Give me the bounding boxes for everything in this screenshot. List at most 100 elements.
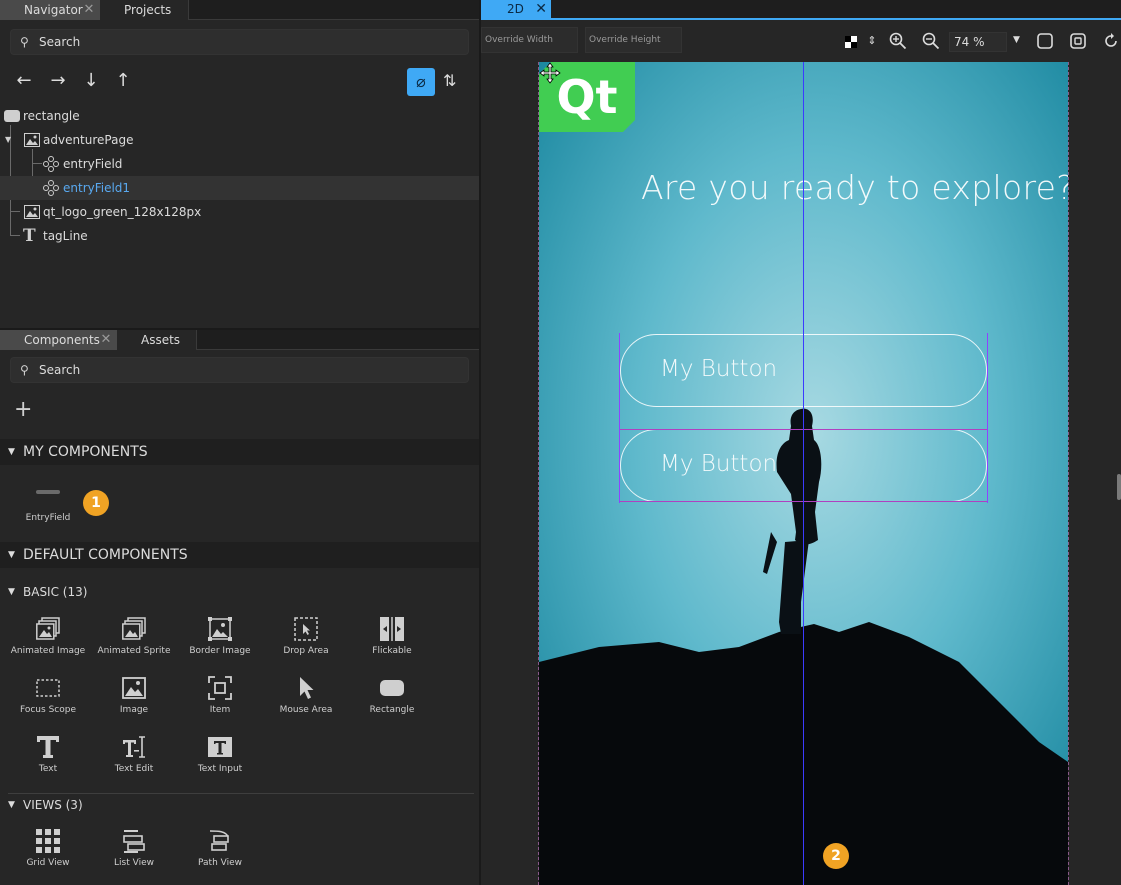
component-item[interactable]: Item <box>177 676 263 728</box>
component-icon <box>43 180 59 196</box>
component-grid-view[interactable]: Grid View <box>5 829 91 881</box>
center-guide-line <box>803 62 804 885</box>
close-icon[interactable]: ✕ <box>535 1 547 17</box>
override-height-field[interactable]: Override Height <box>585 27 682 53</box>
zoom-out-icon[interactable] <box>922 32 940 50</box>
image-icon <box>122 677 146 699</box>
section-views[interactable]: ▼ VIEWS (3) <box>0 795 479 815</box>
updown-icon[interactable]: ⇕ <box>862 34 882 47</box>
tab-2d[interactable]: 2D ✕ <box>481 0 551 18</box>
tab-assets[interactable]: Assets <box>117 330 197 350</box>
text-input-icon <box>208 737 232 757</box>
tree-item-adventurepage[interactable]: ▼ adventurePage <box>0 128 479 152</box>
component-text[interactable]: Text <box>5 735 91 787</box>
tab-2d-label: 2D <box>507 2 524 16</box>
components-search[interactable]: ⚲ <box>10 357 469 383</box>
component-label: Focus Scope <box>20 705 76 715</box>
root-edge-right <box>1068 62 1069 885</box>
focus-scope-icon <box>36 679 60 697</box>
zoom-level-select[interactable]: 74 % <box>949 32 1007 52</box>
tree-item-tagline[interactable]: T tagLine <box>0 224 479 248</box>
entryfield-icon <box>36 490 60 494</box>
component-image[interactable]: Image <box>91 676 177 728</box>
selection-guide-right <box>987 333 988 503</box>
component-text-input[interactable]: Text Input <box>177 735 263 787</box>
component-text-edit[interactable]: Text Edit <box>91 735 177 787</box>
component-flickable[interactable]: Flickable <box>349 617 435 669</box>
border-image-icon <box>208 617 232 641</box>
component-path-view[interactable]: Path View <box>177 829 263 881</box>
section-basic[interactable]: ▼ BASIC (13) <box>0 582 479 602</box>
text-icon <box>37 736 59 758</box>
arrow-left-icon[interactable]: ← <box>13 70 35 91</box>
section-title: BASIC (13) <box>23 585 88 599</box>
component-label: Grid View <box>26 858 70 868</box>
flickable-icon <box>380 617 404 641</box>
override-width-field[interactable]: Override Width <box>481 27 578 53</box>
item-icon <box>208 676 232 700</box>
design-canvas[interactable]: Qt Are you ready to explore? My Button M… <box>539 62 1068 885</box>
section-title: VIEWS (3) <box>23 798 83 812</box>
component-label: Animated Sprite <box>97 646 171 656</box>
tree-item-label: rectangle <box>23 109 80 123</box>
tree-item-rectangle[interactable]: rectangle <box>0 104 479 128</box>
component-animated-image[interactable]: Animated Image <box>5 617 91 669</box>
component-label: Flickable <box>372 646 412 656</box>
close-icon[interactable]: ✕ <box>99 333 113 347</box>
list-view-icon <box>123 830 145 853</box>
tab-components[interactable]: Components ✕ <box>0 330 117 350</box>
component-mouse-area[interactable]: Mouse Area <box>263 676 349 728</box>
close-icon[interactable]: ✕ <box>82 3 96 17</box>
expand-triangle-icon[interactable]: ▼ <box>5 128 11 152</box>
fit-screen-icon[interactable] <box>1070 33 1086 49</box>
section-my-components[interactable]: ▼ MY COMPONENTS <box>0 439 479 465</box>
tab-projects-label: Projects <box>124 3 172 17</box>
navigator-search[interactable]: ⚲ <box>10 29 469 55</box>
add-icon[interactable]: + <box>14 399 32 421</box>
components-search-input[interactable] <box>39 358 459 382</box>
animated-sprite-icon <box>122 617 146 640</box>
tree-item-entryfield[interactable]: entryField <box>0 152 479 176</box>
component-label: Item <box>209 705 231 715</box>
vertical-scrollbar-handle[interactable] <box>1117 474 1121 500</box>
component-list-view[interactable]: List View <box>91 829 177 881</box>
arrow-up-icon[interactable]: ↑ <box>112 70 134 91</box>
filter-toggle-icon[interactable]: ⌀ <box>407 68 435 96</box>
background-color-icon[interactable] <box>845 36 857 48</box>
fit-selection-icon[interactable] <box>1037 33 1053 49</box>
component-label: Border Image <box>189 646 251 656</box>
component-label: Text <box>38 764 58 774</box>
components-tabbar: Components ✕ Assets <box>0 330 479 350</box>
tab-projects[interactable]: Projects <box>100 0 189 20</box>
component-rectangle[interactable]: Rectangle <box>349 676 435 728</box>
navigator-tabbar: Navigator ✕ Projects <box>0 0 479 20</box>
tab-navigator[interactable]: Navigator ✕ <box>0 0 100 20</box>
zoom-in-icon[interactable] <box>889 32 907 50</box>
search-icon: ⚲ <box>20 363 29 377</box>
component-label: List View <box>114 858 154 868</box>
text-icon: T <box>23 226 36 246</box>
sort-icon[interactable]: ⇅ <box>443 71 456 90</box>
callout-badge-2: 2 <box>823 843 849 869</box>
component-animated-sprite[interactable]: Animated Sprite <box>91 617 177 669</box>
component-border-image[interactable]: Border Image <box>177 617 263 669</box>
section-default-components[interactable]: ▼ DEFAULT COMPONENTS <box>0 542 479 568</box>
chevron-down-icon[interactable]: ▼ <box>1013 35 1020 45</box>
editor-2d: 2D ✕ Override Width Override Height ⇕ 74… <box>481 0 1121 885</box>
tree-item-label: adventurePage <box>43 133 134 147</box>
component-label: Text Edit <box>114 764 154 774</box>
grid-view-icon <box>36 829 60 853</box>
component-drop-area[interactable]: Drop Area <box>263 617 349 669</box>
arrow-right-icon[interactable]: → <box>47 70 69 91</box>
tree-item-entryfield1[interactable]: entryField1 <box>0 176 479 200</box>
collapse-triangle-icon: ▼ <box>8 587 15 597</box>
component-entryfield[interactable]: EntryField <box>5 484 91 536</box>
rectangle-icon <box>4 110 20 122</box>
navigator-search-input[interactable] <box>39 30 459 54</box>
component-focus-scope[interactable]: Focus Scope <box>5 676 91 728</box>
reset-view-icon[interactable] <box>1103 33 1119 49</box>
component-label: Rectangle <box>369 705 415 715</box>
tree-item-qt-logo[interactable]: qt_logo_green_128x128px <box>0 200 479 224</box>
left-panel: Navigator ✕ Projects ⚲ ← → ↓ ↑ ⌀ ⇅ recta… <box>0 0 479 885</box>
arrow-down-icon[interactable]: ↓ <box>80 70 102 91</box>
